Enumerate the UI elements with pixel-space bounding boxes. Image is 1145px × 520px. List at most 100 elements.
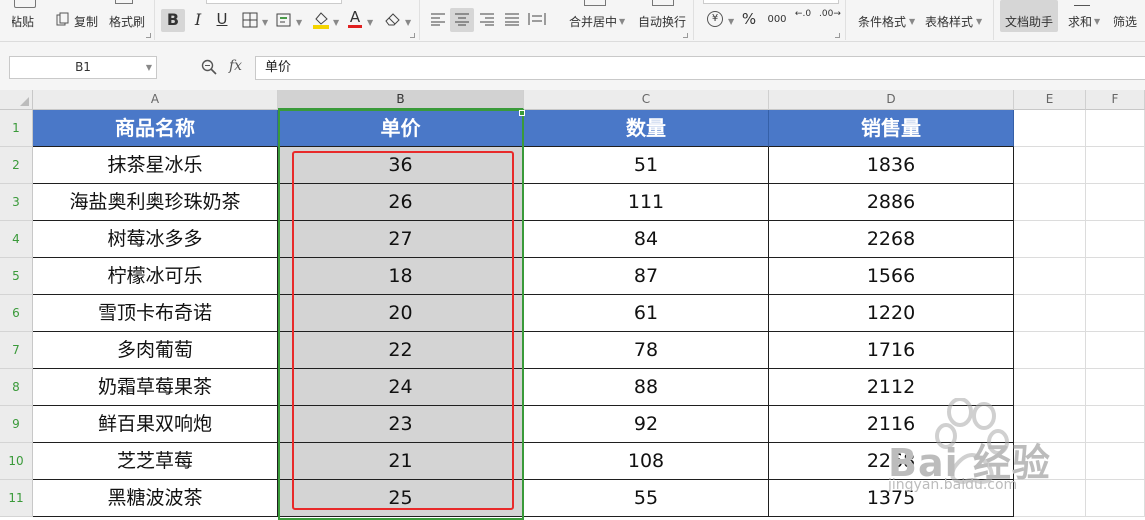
thousands-button[interactable]: 000 <box>766 12 788 28</box>
table-cell[interactable]: 树莓冰多多 <box>33 221 278 258</box>
table-cell[interactable]: 23 <box>278 406 524 443</box>
row-header[interactable]: 10 <box>0 443 33 480</box>
number-launcher-icon[interactable] <box>835 33 840 38</box>
fill-handle[interactable] <box>519 110 525 116</box>
empty-cell[interactable] <box>1086 295 1145 332</box>
table-cell[interactable]: 18 <box>278 258 524 295</box>
column-header-d[interactable]: D <box>769 90 1014 110</box>
decrease-decimal-button[interactable]: .00→ <box>819 10 841 19</box>
table-cell[interactable]: 108 <box>524 443 769 480</box>
sum-icon[interactable] <box>1074 0 1090 6</box>
currency-dropdown-icon[interactable]: ▼ <box>728 17 734 26</box>
sum-dropdown-icon[interactable]: ▼ <box>1094 17 1100 26</box>
clear-format-dropdown-icon[interactable]: ▼ <box>405 18 411 27</box>
table-cell[interactable]: 奶霜草莓果茶 <box>33 369 278 406</box>
paste-button[interactable]: 粘贴 <box>12 13 34 30</box>
paste-icon[interactable] <box>14 0 36 8</box>
table-cell[interactable]: 84 <box>524 221 769 258</box>
row-header[interactable]: 6 <box>0 295 33 332</box>
table-cell[interactable]: 1220 <box>769 295 1014 332</box>
table-cell[interactable]: 26 <box>278 184 524 221</box>
font-name-box[interactable] <box>206 0 342 4</box>
doc-assistant-button[interactable]: 文档助手 <box>1005 13 1053 30</box>
clear-format-icon[interactable] <box>384 11 402 27</box>
empty-cell[interactable] <box>1014 258 1086 295</box>
increase-decimal-button[interactable]: ←.0 <box>793 10 813 19</box>
table-cell[interactable]: 海盐奥利奥珍珠奶茶 <box>33 184 278 221</box>
table-cell[interactable]: 88 <box>524 369 769 406</box>
align-left-icon[interactable] <box>430 12 446 26</box>
header-cell[interactable]: 商品名称 <box>33 110 278 147</box>
font-color-dropdown-icon[interactable]: ▼ <box>367 18 373 27</box>
empty-cell[interactable] <box>1086 369 1145 406</box>
empty-cell[interactable] <box>1014 110 1086 147</box>
row-header[interactable]: 5 <box>0 258 33 295</box>
conditional-format-button[interactable]: 条件格式 <box>858 13 906 30</box>
wrap-text-button[interactable]: 自动换行 <box>638 13 686 30</box>
wrap-text-icon[interactable] <box>652 0 674 6</box>
empty-cell[interactable] <box>1014 184 1086 221</box>
row-header[interactable]: 7 <box>0 332 33 369</box>
empty-cell[interactable] <box>1014 332 1086 369</box>
column-header-a[interactable]: A <box>33 90 278 110</box>
row-header[interactable]: 8 <box>0 369 33 406</box>
row-header[interactable]: 11 <box>0 480 33 517</box>
empty-cell[interactable] <box>1086 184 1145 221</box>
column-header-e[interactable]: E <box>1014 90 1086 110</box>
empty-cell[interactable] <box>1086 147 1145 184</box>
borders-dropdown-icon[interactable]: ▼ <box>262 18 268 27</box>
column-header-f[interactable]: F <box>1086 90 1145 110</box>
insert-function-button[interactable]: fx <box>229 58 242 74</box>
borders-icon[interactable] <box>242 12 258 28</box>
fill-color-dropdown-icon[interactable]: ▼ <box>333 18 339 27</box>
table-cell[interactable]: 21 <box>278 443 524 480</box>
select-all-corner[interactable] <box>0 90 33 110</box>
table-cell[interactable]: 55 <box>524 480 769 517</box>
table-cell[interactable]: 芝芝草莓 <box>33 443 278 480</box>
formula-input[interactable]: 单价 <box>255 56 1145 80</box>
filter-button[interactable]: 筛选 <box>1113 13 1137 30</box>
merge-center-dropdown-icon[interactable]: ▼ <box>619 17 625 26</box>
table-style-dropdown-icon[interactable]: ▼ <box>976 17 982 26</box>
table-cell[interactable]: 36 <box>278 147 524 184</box>
zoom-search-icon[interactable] <box>201 59 217 75</box>
clipboard-launcher-icon[interactable] <box>146 33 151 38</box>
table-cell[interactable]: 柠檬冰可乐 <box>33 258 278 295</box>
column-header-b[interactable]: B <box>278 90 524 110</box>
table-cell[interactable]: 1716 <box>769 332 1014 369</box>
table-cell[interactable]: 2268 <box>769 221 1014 258</box>
empty-cell[interactable] <box>1014 295 1086 332</box>
format-painter-icon[interactable] <box>115 0 133 4</box>
table-cell[interactable]: 27 <box>278 221 524 258</box>
cell-style-icon[interactable] <box>276 12 292 28</box>
table-cell[interactable]: 黑糖波波茶 <box>33 480 278 517</box>
header-cell[interactable]: 数量 <box>524 110 769 147</box>
table-cell[interactable]: 61 <box>524 295 769 332</box>
row-header[interactable]: 1 <box>0 110 33 147</box>
table-cell[interactable]: 1566 <box>769 258 1014 295</box>
italic-button[interactable]: I <box>191 12 205 28</box>
header-cell[interactable]: 销售量 <box>769 110 1014 147</box>
row-header[interactable]: 2 <box>0 147 33 184</box>
empty-cell[interactable] <box>1086 406 1145 443</box>
copy-button[interactable]: 复制 <box>74 13 98 30</box>
font-launcher-icon[interactable] <box>410 33 415 38</box>
percent-button[interactable]: % <box>740 11 758 27</box>
table-cell[interactable]: 51 <box>524 147 769 184</box>
empty-cell[interactable] <box>1086 443 1145 480</box>
align-center-icon[interactable] <box>454 12 470 26</box>
table-cell[interactable]: 87 <box>524 258 769 295</box>
justify-icon[interactable] <box>504 12 520 26</box>
table-cell[interactable]: 雪顶卡布奇诺 <box>33 295 278 332</box>
merge-center-button[interactable]: 合并居中 <box>569 13 617 30</box>
cell-style-dropdown-icon[interactable]: ▼ <box>296 18 302 27</box>
empty-cell[interactable] <box>1014 369 1086 406</box>
empty-cell[interactable] <box>1086 480 1145 517</box>
fill-color-icon[interactable] <box>312 10 330 30</box>
table-cell[interactable]: 78 <box>524 332 769 369</box>
align-right-icon[interactable] <box>479 12 495 26</box>
merge-center-icon[interactable] <box>584 0 606 6</box>
conditional-format-dropdown-icon[interactable]: ▼ <box>909 17 915 26</box>
table-style-button[interactable]: 表格样式 <box>925 13 973 30</box>
bold-button[interactable]: B <box>165 12 181 28</box>
